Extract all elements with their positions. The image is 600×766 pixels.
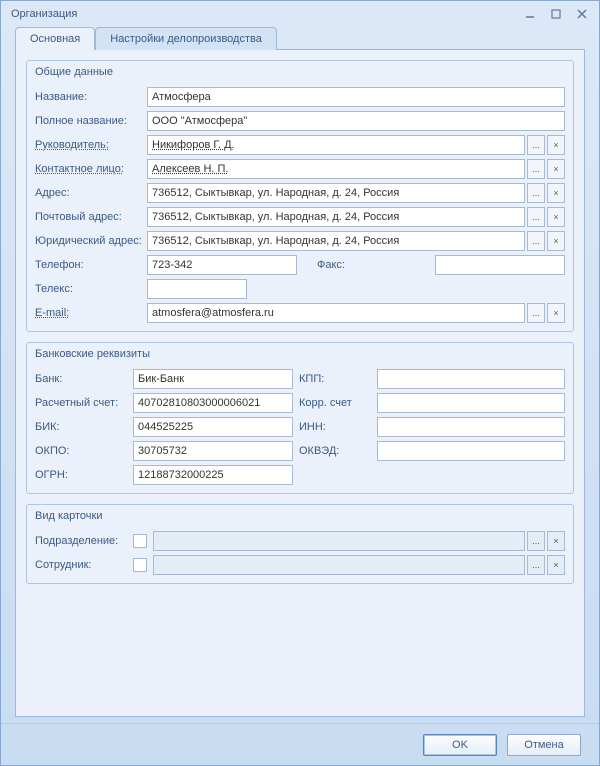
dialog-footer: OK Отмена [1,723,599,765]
group-bank-title: Банковские реквизиты [27,343,573,363]
dept-picker-button: ... [527,531,545,551]
acc-input[interactable] [133,393,293,413]
bik-label: БИК: [35,421,127,433]
inn-label: ИНН: [299,421,371,433]
head-label: Руководитель: [35,139,145,151]
telex-label: Телекс: [35,283,145,295]
kpp-label: КПП: [299,373,371,385]
contact-picker-button[interactable]: ... [527,159,545,179]
postaddr-clear-button[interactable]: × [547,207,565,227]
dept-checkbox[interactable] [133,534,147,548]
head-clear-button[interactable]: × [547,135,565,155]
emp-input [153,555,525,575]
emp-picker-button: ... [527,555,545,575]
dept-input [153,531,525,551]
dept-label: Подразделение: [35,535,131,547]
fullname-label: Полное название: [35,115,145,127]
bank-input[interactable] [133,369,293,389]
okpo-label: ОКПО: [35,445,127,457]
group-card-title: Вид карточки [27,505,573,525]
tab-settings[interactable]: Настройки делопроизводства [95,27,277,50]
name-input[interactable] [147,87,565,107]
titlebar: Организация [1,1,599,27]
legaladdr-label: Юридический адрес: [35,235,145,247]
okved-input[interactable] [377,441,565,461]
group-bank: Банковские реквизиты Банк: КПП: Расчетны… [26,342,574,494]
fax-label: Факс: [317,259,367,271]
contact-clear-button[interactable]: × [547,159,565,179]
group-card: Вид карточки Подразделение: ... × Сотруд… [26,504,574,584]
postaddr-input[interactable] [147,207,525,227]
group-general-title: Общие данные [27,61,573,81]
tab-panel-main: Общие данные Название: Полное название: … [15,49,585,717]
okved-label: ОКВЭД: [299,445,371,457]
window-title: Организация [11,8,77,20]
corr-label: Корр. счет [299,397,371,409]
organization-window: Организация Основная Настройки делопроиз… [0,0,600,766]
legaladdr-clear-button[interactable]: × [547,231,565,251]
acc-label: Расчетный счет: [35,397,127,409]
head-picker-button[interactable]: ... [527,135,545,155]
close-button[interactable] [571,5,593,23]
email-input[interactable] [147,303,525,323]
emp-clear-button: × [547,555,565,575]
telex-input[interactable] [147,279,247,299]
dept-clear-button: × [547,531,565,551]
email-label: E-mail: [35,307,145,319]
legaladdr-input[interactable] [147,231,525,251]
bank-label: Банк: [35,373,127,385]
group-general: Общие данные Название: Полное название: … [26,60,574,332]
head-input[interactable] [147,135,525,155]
okpo-input[interactable] [133,441,293,461]
ogrn-label: ОГРН: [35,469,127,481]
name-label: Название: [35,91,145,103]
tab-main[interactable]: Основная [15,27,95,50]
phone-label: Телефон: [35,259,145,271]
corr-input[interactable] [377,393,565,413]
emp-checkbox[interactable] [133,558,147,572]
ok-button[interactable]: OK [423,734,497,756]
postaddr-picker-button[interactable]: ... [527,207,545,227]
kpp-input[interactable] [377,369,565,389]
ogrn-input[interactable] [133,465,293,485]
cancel-button[interactable]: Отмена [507,734,581,756]
postaddr-label: Почтовый адрес: [35,211,145,223]
phone-input[interactable] [147,255,297,275]
fax-input[interactable] [435,255,565,275]
bik-input[interactable] [133,417,293,437]
address-label: Адрес: [35,187,145,199]
inn-input[interactable] [377,417,565,437]
contact-input[interactable] [147,159,525,179]
address-clear-button[interactable]: × [547,183,565,203]
contact-label: Контактное лицо: [35,163,145,175]
email-picker-button[interactable]: ... [527,303,545,323]
email-clear-button[interactable]: × [547,303,565,323]
maximize-button[interactable] [545,5,567,23]
address-input[interactable] [147,183,525,203]
minimize-button[interactable] [519,5,541,23]
legaladdr-picker-button[interactable]: ... [527,231,545,251]
tabs: Основная Настройки делопроизводства [15,27,585,49]
fullname-input[interactable] [147,111,565,131]
emp-label: Сотрудник: [35,559,131,571]
address-picker-button[interactable]: ... [527,183,545,203]
